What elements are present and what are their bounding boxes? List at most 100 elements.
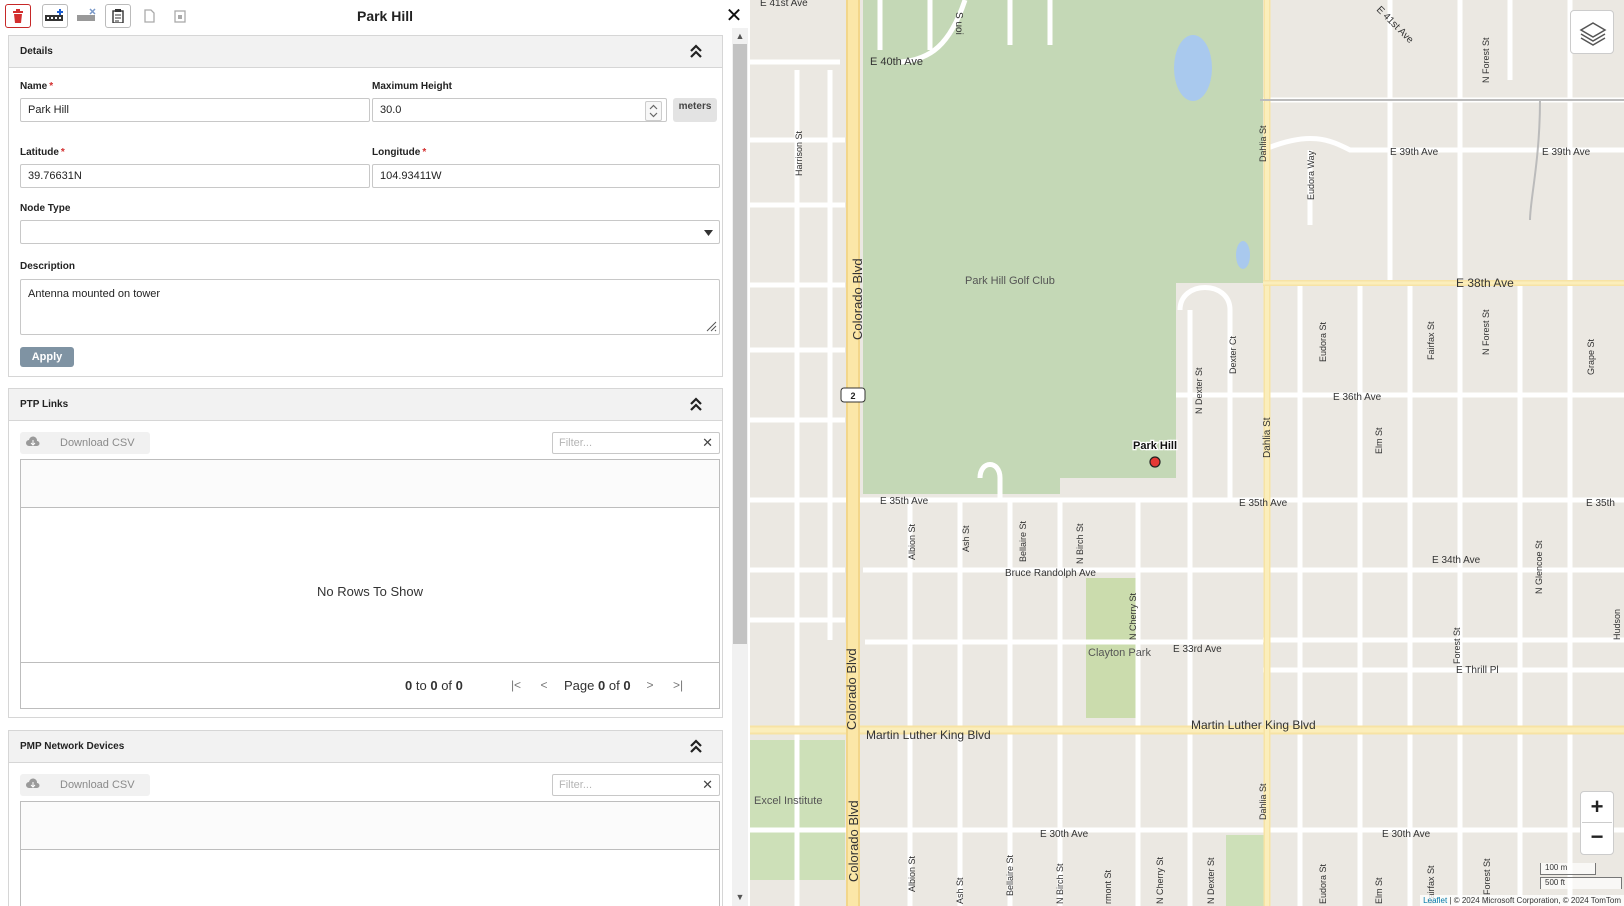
- ptp-links-header[interactable]: PTP Links: [9, 389, 722, 421]
- street-label: Bruce Randolph Ave: [1005, 568, 1096, 579]
- node-type-select[interactable]: [20, 220, 720, 244]
- clear-filter-icon[interactable]: ✕: [702, 433, 713, 453]
- row-range: 0 to 0 of 0: [405, 678, 463, 693]
- collapse-icon[interactable]: [688, 42, 704, 60]
- pmp-devices-header[interactable]: PMP Network Devices: [9, 731, 722, 763]
- street-label: Colorado Blvd: [844, 648, 859, 730]
- street-label: E 33rd Ave: [1173, 644, 1222, 655]
- street-label: Elm St: [1374, 877, 1384, 904]
- street-label: Bellaire St: [1018, 520, 1028, 562]
- name-label: Name *: [20, 81, 54, 92]
- street-label: N Dexter St: [1206, 857, 1216, 904]
- apply-button[interactable]: Apply: [20, 347, 74, 367]
- zoom-out-button[interactable]: −: [1582, 823, 1612, 853]
- street-label: Martin Luther King Blvd: [1191, 718, 1316, 732]
- street-label: E 40th Ave: [870, 56, 923, 68]
- description-label: Description: [20, 261, 76, 272]
- area-label: Clayton Park: [1088, 647, 1151, 659]
- street-label: E 41st Ave: [760, 0, 808, 9]
- street-label: E 30th Ave: [1382, 829, 1431, 840]
- filter-input[interactable]: Filter... ✕: [552, 774, 720, 796]
- collapse-icon[interactable]: [688, 395, 704, 413]
- filter-placeholder: Filter...: [559, 437, 593, 449]
- latitude-field[interactable]: 39.76631N: [20, 164, 370, 188]
- scroll-down-icon[interactable]: ▼: [733, 890, 747, 904]
- area-label: Park Hill Golf Club: [965, 275, 1055, 287]
- zoom-control: + −: [1580, 791, 1614, 855]
- download-csv-button[interactable]: Download CSV: [20, 774, 150, 796]
- node-marker[interactable]: [1149, 456, 1161, 468]
- details-section: Details Name * Park Hill Maximum Height 3…: [8, 35, 723, 377]
- panel-scrollbar-thumb[interactable]: [733, 44, 747, 644]
- no-rows-message: No Rows To Show: [317, 584, 423, 599]
- street-label: E 38th Ave: [1456, 276, 1514, 290]
- street-label: E 30th Ave: [1040, 829, 1089, 840]
- street-label: Dahlia St: [1258, 783, 1268, 820]
- street-label: Grape St: [1586, 338, 1596, 375]
- filter-input[interactable]: Filter... ✕: [552, 432, 720, 454]
- street-label: Colorado Blvd: [850, 258, 865, 340]
- cloud-download-icon: [26, 436, 40, 446]
- marker-label: Park Hill: [1133, 440, 1177, 452]
- description-field[interactable]: Antenna mounted on tower: [20, 279, 720, 335]
- street-label: Ash St: [955, 877, 965, 904]
- street-label: Albion St: [907, 523, 917, 560]
- street-label: Martin Luther King Blvd: [866, 728, 991, 742]
- longitude-label: Longitude *: [372, 147, 427, 158]
- street-label: Ash St: [961, 525, 971, 552]
- page-indicator: Page 0 of 0: [564, 678, 631, 693]
- max-height-value: 30.0: [380, 104, 402, 116]
- details-header[interactable]: Details: [9, 36, 722, 68]
- previous-page-icon[interactable]: <: [537, 678, 551, 692]
- map-tiles: 2 E 41st Ave S uoi E 40th Ave E 41st Ave…: [750, 0, 1624, 906]
- filter-placeholder: Filter...: [559, 779, 593, 791]
- street-label: Bellaire St: [1005, 854, 1015, 896]
- pond: [1174, 35, 1212, 101]
- street-label: Albion St: [907, 855, 917, 892]
- max-height-field[interactable]: 30.0: [372, 98, 667, 122]
- layers-icon: [1579, 22, 1607, 46]
- street-label: Eudora Way: [1306, 150, 1316, 200]
- area-label: Excel Institute: [754, 795, 822, 807]
- street-label: Forest St: [1452, 627, 1462, 664]
- route-shield-label: 2: [850, 391, 855, 401]
- unit-button[interactable]: meters: [673, 98, 717, 122]
- leaflet-link[interactable]: Leaflet: [1423, 896, 1447, 905]
- street-label: Hudson: [1612, 609, 1622, 640]
- layers-button[interactable]: [1570, 10, 1614, 54]
- street-label: Colorado Blvd: [846, 800, 861, 882]
- street-label: E 39th Ave: [1390, 147, 1439, 158]
- collapse-icon[interactable]: [688, 737, 704, 755]
- street-label: E 35th: [1586, 498, 1615, 509]
- cloud-download-icon: [26, 778, 40, 788]
- pmp-devices-grid: [20, 801, 720, 906]
- name-field[interactable]: Park Hill: [20, 98, 370, 122]
- node-panel: Park Hill ✕ ▲ ▼ Details Name * Park Hill …: [0, 0, 750, 906]
- ptp-links-title: PTP Links: [20, 399, 69, 410]
- close-icon[interactable]: ✕: [724, 4, 744, 28]
- scroll-up-icon[interactable]: ▲: [733, 29, 747, 43]
- spinner-icon[interactable]: [645, 101, 662, 121]
- pmp-devices-title: PMP Network Devices: [20, 741, 125, 752]
- street-label: Dahlia St: [1262, 417, 1273, 458]
- last-page-icon[interactable]: >|: [671, 678, 685, 692]
- grid-pager: 0 to 0 of 0 |< < Page 0 of 0 > >|: [21, 662, 719, 708]
- street-label: N Birch St: [1075, 523, 1085, 564]
- attribution-text: | © 2024 Microsoft Corporation, © 2024 T…: [1447, 896, 1621, 905]
- street-label: Fairfax St: [1426, 321, 1436, 360]
- zoom-in-button[interactable]: +: [1582, 793, 1612, 823]
- next-page-icon[interactable]: >: [643, 678, 657, 692]
- longitude-field[interactable]: 104.93411W: [372, 164, 720, 188]
- map-view[interactable]: 2 E 41st Ave S uoi E 40th Ave E 41st Ave…: [750, 0, 1624, 906]
- street-label: E 35th Ave: [1239, 498, 1288, 509]
- download-csv-button[interactable]: Download CSV: [20, 432, 150, 454]
- street-label: Eudora St: [1318, 863, 1328, 904]
- download-csv-label: Download CSV: [60, 779, 135, 791]
- first-page-icon[interactable]: |<: [509, 678, 523, 692]
- details-title: Details: [20, 46, 53, 57]
- clear-filter-icon[interactable]: ✕: [702, 775, 713, 795]
- street-label: Dexter Ct: [1228, 335, 1238, 374]
- street-label: N Cherry St: [1128, 592, 1138, 640]
- resize-handle-icon[interactable]: [705, 320, 717, 332]
- street-label: E 35th Ave: [880, 496, 929, 507]
